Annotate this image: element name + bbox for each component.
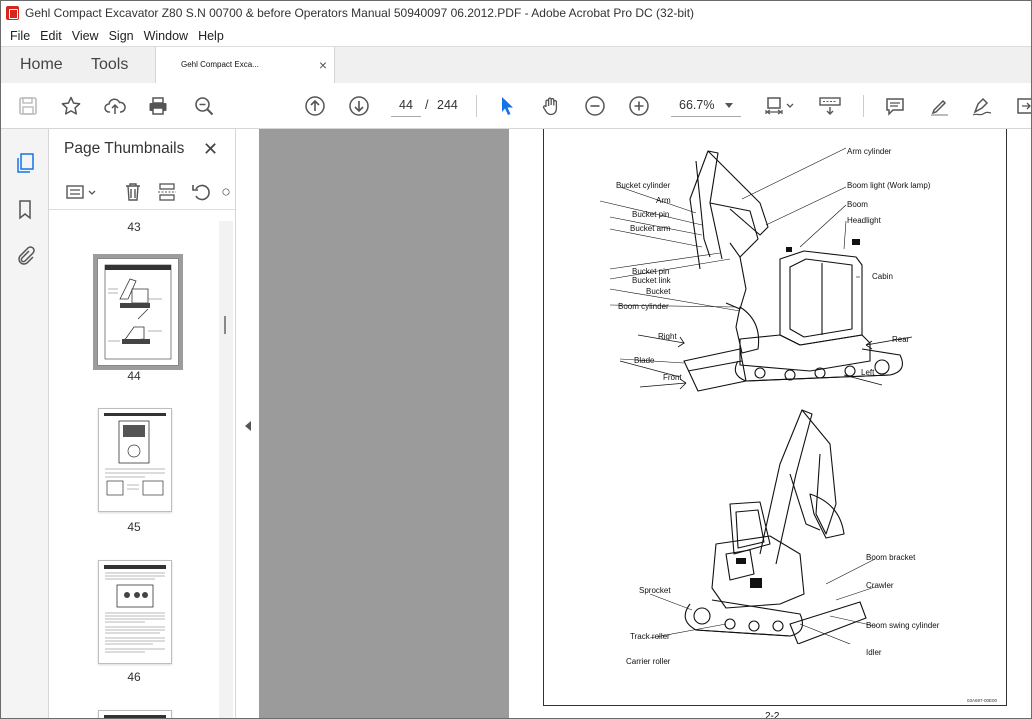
label-boom-swing-cylinder: Boom swing cylinder (866, 621, 940, 630)
zoom-level-dropdown[interactable]: 66.7% (671, 94, 741, 117)
scrollbar-thumb[interactable] (224, 316, 226, 334)
cloud-upload-icon[interactable] (102, 93, 128, 119)
thumbnail-label-46: 46 (127, 670, 141, 684)
label-cabin: Cabin (872, 272, 893, 281)
hand-tool-icon[interactable] (538, 93, 564, 119)
label-sprocket: Sprocket (639, 586, 671, 595)
page-thumbnails-panel: Page Thumbnails ✕ 43 44 45 46 (49, 129, 236, 718)
zoom-in-icon[interactable] (626, 93, 652, 119)
bookmarks-icon[interactable] (13, 197, 37, 221)
thumbnail-label-45: 45 (127, 520, 141, 534)
label-bucket-cylinder: Bucket cylinder (616, 181, 671, 190)
extract-page-icon[interactable] (155, 180, 179, 204)
label-arm: Arm (656, 196, 671, 205)
figure-code: 03A697-00E00 (967, 698, 998, 703)
zoom-level-value: 66.7% (679, 98, 715, 112)
zoom-out-icon[interactable] (582, 93, 608, 119)
attachments-icon[interactable] (13, 243, 37, 267)
menu-file[interactable]: File (10, 29, 30, 43)
thumbnail-page-44[interactable] (93, 254, 183, 370)
label-boom-cylinder: Boom cylinder (618, 302, 669, 311)
menu-sign[interactable]: Sign (109, 29, 134, 43)
rotate-icon[interactable] (189, 180, 213, 204)
label-bucket-pin-lower: Bucket pin (632, 267, 670, 276)
acrobat-window: Gehl Compact Excavator Z80 S.N 00700 & b… (0, 0, 1032, 719)
close-panel-button[interactable]: ✕ (203, 139, 218, 160)
scroll-mode-icon[interactable] (816, 93, 844, 119)
tab-tools[interactable]: Tools (91, 47, 128, 83)
page-separator: / (425, 98, 429, 112)
page-number-input[interactable]: 44 (391, 94, 421, 117)
zoom-search-icon[interactable] (191, 93, 217, 119)
more-tools-icon[interactable] (1012, 93, 1031, 119)
label-right: Right (658, 332, 677, 341)
label-bucket-link: Bucket link (632, 276, 671, 285)
thumbnail-page-46[interactable] (98, 560, 172, 664)
label-blade: Blade (634, 356, 655, 365)
collapse-arrow-icon (245, 421, 251, 431)
total-pages: 244 (437, 98, 458, 112)
label-headlight: Headlight (847, 216, 881, 225)
excavator-rear-illustration (649, 409, 876, 644)
label-crawler: Crawler (866, 581, 894, 590)
draw-sign-icon[interactable] (969, 93, 995, 119)
label-bucket-pin-upper: Bucket pin (632, 210, 670, 219)
comment-icon[interactable] (882, 93, 908, 119)
menu-window[interactable]: Window (144, 29, 188, 43)
label-bucket: Bucket (646, 287, 671, 296)
menu-edit[interactable]: Edit (40, 29, 62, 43)
thumbnail-label-44: 44 (127, 369, 141, 383)
tab-close-button[interactable]: × (319, 47, 327, 83)
label-arm-cylinder: Arm cylinder (847, 147, 892, 156)
label-boom-light: Boom light (Work lamp) (847, 181, 931, 190)
panel-title: Page Thumbnails (64, 140, 185, 157)
previous-page-icon[interactable] (302, 93, 328, 119)
star-icon[interactable] (58, 93, 84, 119)
options-menu-icon[interactable] (63, 180, 99, 204)
page-thumbnails-icon[interactable] (13, 151, 37, 175)
save-icon[interactable] (15, 93, 41, 119)
thumbnail-label-43: 43 (127, 220, 141, 234)
tab-document[interactable]: Gehl Compact Exca... × (155, 47, 335, 84)
label-boom-bracket: Boom bracket (866, 553, 916, 562)
menu-view[interactable]: View (72, 29, 99, 43)
tab-home[interactable]: Home (20, 47, 63, 83)
highlight-pen-icon[interactable] (926, 93, 952, 119)
acrobat-app-icon (6, 6, 19, 20)
label-front: Front (663, 373, 682, 382)
pdf-page: Arm cylinder Bucket cylinder Boom light … (510, 129, 1031, 718)
label-boom: Boom (847, 200, 868, 209)
more-options-icon[interactable] (221, 180, 231, 204)
panel-collapse-handle[interactable] (236, 129, 258, 718)
toolbar: 44 / 244 66.7% (1, 83, 1031, 129)
document-background (259, 129, 509, 718)
fit-page-icon[interactable] (761, 93, 797, 119)
label-left: Left (861, 368, 875, 377)
select-cursor-icon[interactable] (494, 93, 520, 119)
print-icon[interactable] (145, 93, 171, 119)
label-bucket-arm: Bucket arm (630, 224, 671, 233)
document-view: Arm cylinder Bucket cylinder Boom light … (259, 129, 1031, 718)
delete-page-icon[interactable] (121, 180, 145, 204)
thumbnail-page-47[interactable] (98, 710, 172, 718)
menu-help[interactable]: Help (198, 29, 224, 43)
label-idler: Idler (866, 648, 882, 657)
label-track-roller: Track roller (630, 632, 670, 641)
toolbar-divider (476, 95, 477, 117)
label-carrier-roller: Carrier roller (626, 657, 671, 666)
navigation-rail (1, 129, 49, 718)
menu-bar: File Edit View Sign Window Help (1, 25, 1031, 46)
chevron-down-icon (725, 103, 733, 108)
thumbnail-page-45[interactable] (98, 408, 172, 512)
page-number-footer: 2-2 (765, 711, 780, 718)
next-page-icon[interactable] (346, 93, 372, 119)
window-title: Gehl Compact Excavator Z80 S.N 00700 & b… (25, 6, 695, 20)
thumbnail-toolbar (49, 175, 235, 210)
tab-document-label: Gehl Compact Exca... (181, 60, 259, 69)
toolbar-divider (863, 95, 864, 117)
label-rear: Rear (892, 335, 910, 344)
tab-bar: Home Tools Gehl Compact Exca... × (1, 46, 1031, 84)
thumbnail-scrollbar[interactable] (219, 221, 233, 718)
title-bar: Gehl Compact Excavator Z80 S.N 00700 & b… (1, 1, 1031, 25)
